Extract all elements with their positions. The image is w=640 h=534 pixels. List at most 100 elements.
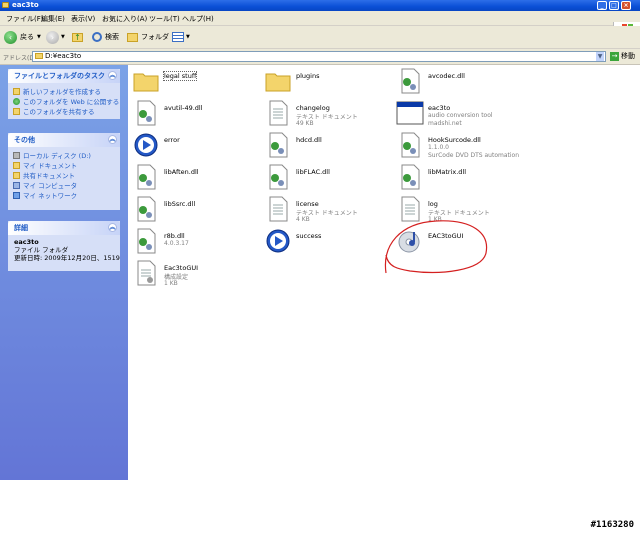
search-button[interactable]: 検索 xyxy=(92,29,119,45)
file-item[interactable]: error xyxy=(132,131,252,163)
address-input[interactable]: D:¥eac3to ▼ xyxy=(32,51,606,62)
views-button[interactable]: ▼ xyxy=(172,29,190,45)
file-name: r8b.dll xyxy=(164,232,185,240)
forward-button[interactable]: › ▼ xyxy=(46,29,65,45)
task-label: このフォルダを共有する xyxy=(23,108,95,116)
place-my-computer[interactable]: マイ コンピュータ xyxy=(8,180,120,190)
file-item[interactable]: libFLAC.dll xyxy=(264,163,384,195)
back-label: 戻る xyxy=(20,33,34,41)
file-item[interactable]: libMatrix.dll xyxy=(396,163,516,195)
toolbar: ‹ 戻る ▼ › ▼ ↑ 検索 フォルダ ▼ xyxy=(0,26,640,49)
folder-icon xyxy=(35,53,43,59)
folders-button[interactable]: フォルダ xyxy=(127,29,169,45)
details-type: ファイル フォルダ xyxy=(14,246,69,254)
go-button[interactable]: → 移動 xyxy=(610,51,635,61)
forward-arrow-icon: › xyxy=(46,30,59,44)
text-document-icon xyxy=(269,196,288,222)
maximize-button[interactable]: □ xyxy=(609,1,619,10)
collapse-chevron-icon[interactable]: ︽ xyxy=(108,223,117,232)
file-item[interactable]: avcodec.dll xyxy=(396,67,516,99)
task-share-folder[interactable]: このフォルダを共有する xyxy=(8,106,120,116)
up-folder-button[interactable]: ↑ xyxy=(72,29,83,45)
disk-drive-icon xyxy=(13,151,20,159)
file-folder-tasks-panel: ファイルとフォルダのタスク ︽ 新しいフォルダを作成する このフォルダを Web… xyxy=(8,69,120,119)
place-label: マイ コンピュータ xyxy=(23,182,78,190)
file-name: hdcd.dll xyxy=(296,136,322,144)
place-shared-documents[interactable]: 共有ドキュメント xyxy=(8,170,120,180)
place-label: マイ ドキュメント xyxy=(23,162,78,170)
file-name: libMatrix.dll xyxy=(428,168,467,176)
go-arrow-icon: → xyxy=(610,51,619,61)
chevron-down-icon: ▼ xyxy=(186,34,190,40)
media-player-icon xyxy=(266,229,290,253)
menu-help[interactable]: ヘルプ(H) xyxy=(182,14,214,24)
panel-header[interactable]: ファイルとフォルダのタスク ︽ xyxy=(8,69,120,83)
menu-tools[interactable]: ツール(T) xyxy=(149,14,180,24)
file-item[interactable]: license テキスト ドキュメント 4 KB xyxy=(264,195,384,227)
file-item[interactable]: avutil-49.dll xyxy=(132,99,252,131)
task-publish-web[interactable]: このフォルダを Web に公開する xyxy=(8,96,120,106)
views-icon xyxy=(172,32,184,42)
dll-icon xyxy=(137,100,156,126)
file-item[interactable]: changelog テキスト ドキュメント 49 KB xyxy=(264,99,384,131)
panel-title: 詳細 xyxy=(14,224,28,232)
file-size: 1 KB xyxy=(164,280,178,287)
file-name: eac3to xyxy=(428,104,451,112)
details-modified: 更新日時: 2009年12月20日、1519 xyxy=(14,254,120,262)
file-name: libSsrc.dll xyxy=(164,200,196,208)
share-folder-icon xyxy=(13,107,20,115)
file-item[interactable]: libAften.dll xyxy=(132,163,252,195)
file-item[interactable]: hdcd.dll xyxy=(264,131,384,163)
file-item[interactable]: Eac3toGUI 構成設定 1 KB xyxy=(132,259,252,291)
file-name: libFLAC.dll xyxy=(296,168,330,176)
menu-favorites[interactable]: お気に入り(A) xyxy=(102,14,147,24)
collapse-chevron-icon[interactable]: ︽ xyxy=(108,135,117,144)
dll-icon xyxy=(137,228,156,254)
file-item[interactable]: legal stuff xyxy=(132,67,252,99)
file-name: Eac3toGUI xyxy=(164,264,199,272)
title-bar[interactable]: eac3to _ □ × xyxy=(0,0,640,11)
dll-icon xyxy=(269,132,288,158)
watermark-id: #1163280 xyxy=(590,520,634,530)
back-arrow-icon: ‹ xyxy=(4,30,17,44)
task-pane: ファイルとフォルダのタスク ︽ 新しいフォルダを作成する このフォルダを Web… xyxy=(0,65,128,480)
back-button[interactable]: ‹ 戻る ▼ xyxy=(4,29,41,45)
place-my-network[interactable]: マイ ネットワーク xyxy=(8,190,120,200)
place-my-documents[interactable]: マイ ドキュメント xyxy=(8,160,120,170)
file-item[interactable]: success xyxy=(264,227,384,259)
search-icon xyxy=(92,32,102,42)
address-dropdown-button[interactable]: ▼ xyxy=(596,52,604,61)
search-label: 検索 xyxy=(105,33,119,41)
file-item[interactable]: libSsrc.dll xyxy=(132,195,252,227)
menu-view[interactable]: 表示(V) xyxy=(71,14,95,24)
close-button[interactable]: × xyxy=(621,1,631,10)
minimize-button[interactable]: _ xyxy=(597,1,607,10)
media-player-icon xyxy=(134,133,158,157)
dll-icon xyxy=(401,68,420,94)
dll-icon xyxy=(137,164,156,190)
exe-window-icon xyxy=(396,101,424,125)
computer-icon xyxy=(13,181,20,189)
my-documents-icon xyxy=(13,161,20,169)
collapse-chevron-icon[interactable]: ︽ xyxy=(108,71,117,80)
file-item[interactable]: eac3to audio conversion tool madshi.net xyxy=(396,99,516,131)
file-description: audio conversion tool xyxy=(428,112,493,119)
file-item[interactable]: plugins xyxy=(264,67,384,99)
file-name: changelog xyxy=(296,104,330,112)
file-item[interactable]: r8b.dll 4.0.3.17 xyxy=(132,227,252,259)
place-local-disk[interactable]: ローカル ディスク (D:) xyxy=(8,150,120,160)
menu-edit[interactable]: 編集(E) xyxy=(41,14,65,24)
shared-documents-icon xyxy=(13,171,20,179)
up-folder-icon: ↑ xyxy=(72,32,83,42)
file-description: SurCode DVD DTS automation xyxy=(428,152,520,159)
folders-label: フォルダ xyxy=(141,33,169,41)
new-folder-icon xyxy=(13,87,20,95)
place-label: マイ ネットワーク xyxy=(23,192,78,200)
task-new-folder[interactable]: 新しいフォルダを作成する xyxy=(8,86,120,96)
panel-header[interactable]: 詳細 ︽ xyxy=(8,221,120,235)
details-name: eac3to xyxy=(14,238,39,246)
file-item[interactable]: HookSurcode.dll 1.1.0.0 SurCode DVD DTS … xyxy=(396,131,520,163)
panel-header[interactable]: その他 ︽ xyxy=(8,133,120,147)
address-bar: アドレス(D) D:¥eac3to ▼ → 移動 xyxy=(0,49,640,65)
menu-file[interactable]: ファイル(F) xyxy=(6,14,44,24)
